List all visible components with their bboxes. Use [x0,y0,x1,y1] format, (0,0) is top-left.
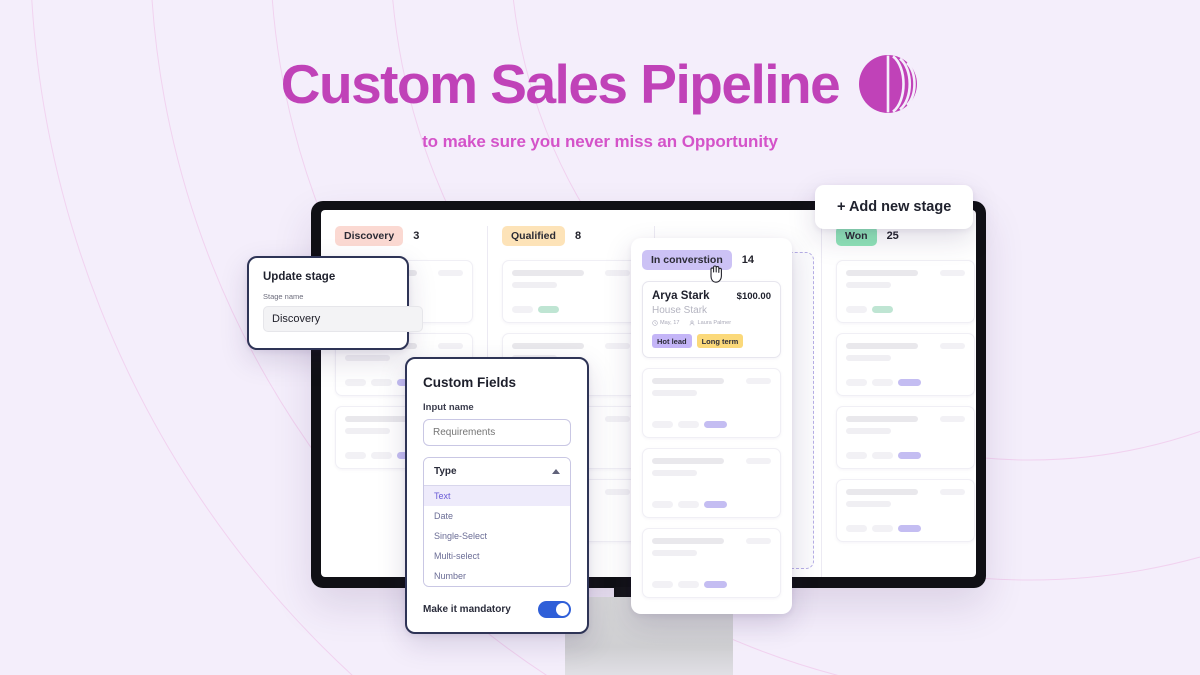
deal-tag-long-term[interactable]: Long term [696,334,744,348]
add-new-stage-button[interactable]: + Add new stage [815,185,974,229]
stage-badge-won[interactable]: Won [836,226,877,246]
stage-badge-qualified[interactable]: Qualified [502,226,565,246]
page-subtitle: to make sure you never miss an Opportuni… [422,132,778,151]
clock-icon [652,320,658,326]
pipeline-column-won[interactable]: Won 25 [822,226,976,577]
stage-name-input[interactable] [263,306,423,332]
grab-hand-cursor-icon [710,265,722,283]
skeleton-card[interactable] [642,448,781,518]
stage-count-in-conversation: 14 [741,254,755,266]
chevron-up-icon [552,469,560,474]
skeleton-card[interactable] [836,333,975,396]
poster-canvas: Custom Sales Pipeline to make sure you n… [0,0,1200,675]
type-option-number[interactable]: Number [424,566,570,586]
stage-badge-discovery[interactable]: Discovery [335,226,404,246]
type-option-text[interactable]: Text [424,486,570,506]
column-header: Won 25 [836,226,975,246]
deal-date-text: May, 17 [660,320,680,326]
header: Custom Sales Pipeline to make sure you n… [0,0,1200,152]
type-select-trigger[interactable]: Type [424,458,570,486]
stage-count-discovery: 3 [413,230,420,242]
deal-owner-text: Laura Palmer [697,320,732,326]
input-name-label: Input name [423,402,474,413]
deal-card-top: Arya Stark $100.00 [652,290,771,302]
skeleton-card[interactable] [642,528,781,598]
mandatory-row: Make it mandatory [423,601,571,618]
stage-name-label: Stage name [263,292,304,301]
skeleton-card[interactable] [836,479,975,542]
custom-fields-panel: Custom Fields Input name Type Text Date … [405,357,589,634]
deal-tags: Hot lead Long term [652,334,771,348]
skeleton-card[interactable] [642,368,781,438]
custom-fields-title: Custom Fields [423,375,517,390]
sphere-slices-logo-icon [859,55,918,113]
type-option-single-select[interactable]: Single-Select [424,526,570,546]
deal-amount: $100.00 [736,291,771,302]
skeleton-card[interactable] [836,406,975,469]
mandatory-toggle[interactable] [538,601,571,618]
skeleton-card[interactable] [502,260,640,323]
type-option-date[interactable]: Date [424,506,570,526]
deal-owner: Laura Palmer [689,320,731,326]
input-name-field[interactable] [423,419,571,446]
type-option-multi-select[interactable]: Multi-select [424,546,570,566]
deal-card-arya-stark[interactable]: Arya Stark $100.00 House Stark May, 17 L… [642,281,781,358]
type-select-dropdown[interactable]: Type Text Date Single-Select Multi-selec… [423,457,571,587]
type-select-label: Type [434,466,457,477]
skeleton-card[interactable] [836,260,975,323]
column-header: Qualified 8 [502,226,640,246]
deal-contact-name: Arya Stark [652,290,710,302]
deal-date: May, 17 [652,320,679,326]
deal-tag-hot-lead[interactable]: Hot lead [652,334,692,348]
mandatory-label: Make it mandatory [423,604,511,615]
page-title: Custom Sales Pipeline [280,53,841,115]
in-conversation-header: In converstion 14 [642,250,781,283]
title-row: Custom Sales Pipeline [0,0,1200,116]
column-header: Discovery 3 [335,226,473,246]
stage-name-row [263,306,423,332]
stage-count-qualified: 8 [574,230,582,242]
deal-company: House Stark [652,305,708,316]
in-conversation-column-popup: In converstion 14 Arya Stark $100.00 Hou… [631,238,792,614]
deal-meta-row: May, 17 Laura Palmer [652,320,771,326]
update-stage-title: Update stage [263,271,336,283]
person-icon [690,320,695,326]
update-stage-popup: Update stage Stage name [247,256,423,350]
stage-count-won: 25 [886,230,899,242]
